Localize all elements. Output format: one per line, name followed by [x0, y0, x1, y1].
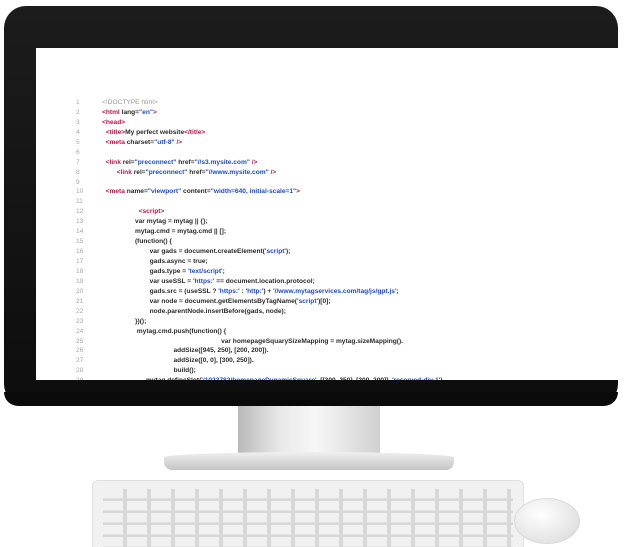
- monitor-screen: 1 <!DOCTYPE html> 2 <html lang="en"> 3 <head>…: [36, 48, 620, 380]
- code-line: 19 var useSSL = 'https:' == document.loc…: [76, 277, 444, 287]
- line-number: 9: [76, 178, 80, 186]
- code-line: 29 mytag.defineSlot('/1023782/homepageDy…: [76, 376, 444, 380]
- code-line: 7 <link rel="preconnect" href="//s3.mysi…: [76, 158, 444, 168]
- code-text: })();: [102, 317, 147, 325]
- keyboard-keys: [103, 489, 513, 547]
- code-editor: 1 <!DOCTYPE html> 2 <html lang="en"> 3 <head>…: [76, 98, 444, 380]
- line-number: 5: [76, 138, 80, 146]
- line-number: 19: [76, 277, 84, 285]
- code-text: mytag.cmd.push(function() {: [102, 327, 227, 335]
- code-text: var useSSL = 'https:' == document.locati…: [102, 277, 315, 285]
- code-text: <link rel="preconnect" href="//www.mysit…: [116, 168, 277, 176]
- line-number: 4: [76, 128, 80, 136]
- code-text: var homepageSquarySizeMapping = mytag.si…: [102, 337, 403, 345]
- line-number: 12: [76, 208, 84, 216]
- line-number: 28: [76, 367, 84, 375]
- code-line: 13 var mytag = mytag || {};: [76, 217, 444, 227]
- line-number: 10: [76, 188, 84, 196]
- code-text: addSize([0, 0], [300, 250]).: [102, 357, 254, 365]
- line-number: 27: [76, 357, 84, 365]
- code-line: 3 <head>: [76, 118, 444, 128]
- code-text: <head>: [102, 118, 126, 126]
- code-text: <meta name="viewport" content="width=640…: [105, 188, 300, 196]
- code-line: 1 <!DOCTYPE html>: [76, 98, 444, 108]
- line-number: 25: [76, 337, 84, 345]
- code-text: gads.src = (useSSL ? 'https:' : 'http:')…: [102, 287, 399, 295]
- code-text: gads.async = true;: [102, 258, 208, 265]
- line-number: 11: [76, 198, 83, 206]
- line-number: 3: [76, 118, 80, 126]
- code-line: 24 mytag.cmd.push(function() {: [76, 327, 444, 337]
- code-text: build();: [102, 367, 196, 375]
- monitor: 1 <!DOCTYPE html> 2 <html lang="en"> 3 <head>…: [4, 6, 620, 406]
- code-line: 6: [76, 148, 444, 158]
- code-line: 23 })();: [76, 317, 444, 327]
- line-number: 23: [76, 317, 84, 325]
- keyboard: [92, 480, 524, 547]
- line-number: 14: [76, 228, 84, 236]
- line-number: 22: [76, 307, 84, 315]
- line-number: 20: [76, 287, 84, 295]
- code-text: <!DOCTYPE html>: [102, 99, 158, 106]
- line-number: 17: [76, 258, 84, 265]
- code-line: 20 gads.src = (useSSL ? 'https:' : 'http…: [76, 287, 444, 297]
- code-line: 9: [76, 178, 444, 188]
- code-line: 26 addSize([945, 250], [200, 200]).: [76, 346, 444, 356]
- monitor-stand-base: [164, 452, 454, 470]
- code-line: 8 <link rel="preconnect" href="//www.mys…: [76, 168, 444, 178]
- line-number: 24: [76, 327, 84, 335]
- code-text: <html lang="en">: [102, 108, 157, 116]
- line-number: 7: [76, 158, 80, 166]
- code-line: 27 addSize([0, 0], [300, 250]).: [76, 356, 444, 366]
- code-text: addSize([945, 250], [200, 200]).: [102, 347, 269, 355]
- code-text: <meta charset="utf-8" />: [105, 138, 183, 146]
- mouse: [514, 498, 580, 544]
- line-number: 26: [76, 347, 84, 355]
- code-line: 2 <html lang="en">: [76, 108, 444, 118]
- line-number: 6: [76, 148, 80, 156]
- line-number: 1: [76, 99, 80, 106]
- line-number: 13: [76, 218, 84, 226]
- line-number: 2: [76, 108, 80, 116]
- code-text: var node = document.getElementsByTagName…: [102, 297, 331, 305]
- code-line: 16 var gads = document.createElement('sc…: [76, 247, 444, 257]
- code-line: 10 <meta name="viewport" content="width=…: [76, 187, 444, 197]
- code-text: <title>My perfect website</title>: [105, 128, 206, 136]
- line-number: 16: [76, 248, 84, 256]
- line-number: 8: [76, 168, 80, 176]
- code-line: 11: [76, 197, 444, 207]
- code-text: var gads = document.createElement('scrip…: [102, 248, 291, 256]
- code-text: gads.type = 'text/script';: [102, 267, 225, 275]
- code-line: 25 var homepageSquarySizeMapping = mytag…: [76, 337, 444, 347]
- code-text: node.parentNode.insertBefore(gads, node)…: [102, 307, 286, 315]
- code-line: 5 <meta charset="utf-8" />: [76, 138, 444, 148]
- code-line: 17 gads.async = true;: [76, 257, 444, 267]
- code-line: 12 <script>: [76, 207, 444, 217]
- code-line: 21 var node = document.getElementsByTagN…: [76, 297, 444, 307]
- code-text: mytag.defineSlot('/1023782/homepageDynam…: [102, 376, 444, 380]
- code-text: <script>: [138, 208, 165, 216]
- code-line: 28 build();: [76, 366, 444, 376]
- monitor-chin: [4, 392, 618, 406]
- code-text: <link rel="preconnect" href="//s3.mysite…: [105, 158, 258, 166]
- line-number: 18: [76, 267, 84, 275]
- code-line: 15 (function() {: [76, 237, 444, 247]
- code-line: 18 gads.type = 'text/script';: [76, 267, 444, 277]
- code-line: 14 mytag.cmd = mytag.cmd || [];: [76, 227, 444, 237]
- code-text: (function() {: [102, 238, 172, 246]
- line-number: 21: [76, 297, 84, 305]
- code-line: 22 node.parentNode.insertBefore(gads, no…: [76, 307, 444, 317]
- code-text: mytag.cmd = mytag.cmd || [];: [102, 228, 227, 236]
- line-number: 15: [76, 238, 84, 246]
- code-text: var mytag = mytag || {};: [102, 218, 208, 226]
- line-number: 29: [76, 376, 102, 380]
- code-line: 4 <title>My perfect website</title>: [76, 128, 444, 138]
